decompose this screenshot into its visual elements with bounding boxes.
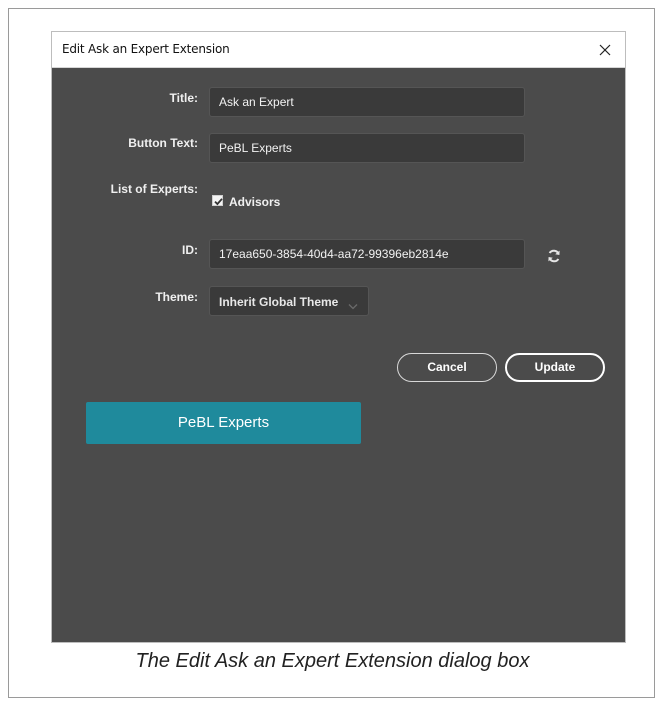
id-label: ID: [182,243,198,257]
title-label: Title: [169,91,198,105]
button-text-label: Button Text: [128,136,198,150]
title-input[interactable] [209,87,525,117]
expert-label-advisors: Advisors [229,195,281,209]
dialog-titlebar: Edit Ask an Expert Extension [52,32,625,68]
theme-selected-value: Inherit Global Theme [219,295,339,309]
list-of-experts-label: List of Experts: [110,182,198,196]
id-input[interactable] [209,239,525,269]
refresh-icon[interactable] [546,248,562,264]
preview-experts-button[interactable]: PeBL Experts [86,402,361,444]
checkbox-checked-icon[interactable] [212,194,223,206]
close-icon[interactable] [595,40,615,60]
button-text-input[interactable] [209,133,525,163]
expert-checkbox-advisors[interactable]: Advisors [212,193,281,209]
update-button[interactable]: Update [505,353,605,382]
theme-label: Theme: [155,290,198,304]
theme-select[interactable]: Inherit Global Theme [209,286,369,316]
chevron-down-icon [348,298,358,316]
edit-extension-dialog: Edit Ask an Expert Extension Title: Butt… [51,31,626,643]
cancel-button[interactable]: Cancel [397,353,497,382]
dialog-title: Edit Ask an Expert Extension [62,42,230,56]
figure-caption: The Edit Ask an Expert Extension dialog … [135,650,530,672]
